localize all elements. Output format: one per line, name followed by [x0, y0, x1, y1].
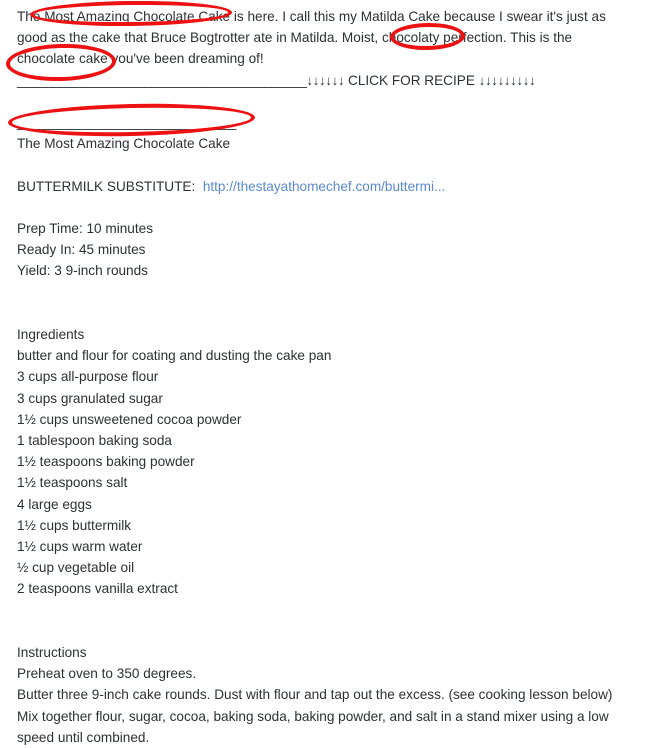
ingredients-heading: Ingredients [17, 326, 85, 342]
instruction-step: Preheat oven to 350 degrees. [17, 666, 197, 682]
recipe-document: The Most Amazing Chocolate Cake is here.… [17, 6, 635, 748]
buttermilk-substitute-label: BUTTERMILK SUBSTITUTE: [17, 178, 196, 194]
divider-line-long: ________________________________________… [17, 70, 635, 91]
instruction-step: Mix together flour, sugar, cocoa, baking… [17, 708, 609, 745]
intro-paragraph: The Most Amazing Chocolate Cake is here.… [17, 6, 630, 70]
divider-line-short: _______________________________ [17, 112, 635, 133]
list-item: 1½ cups warm water [17, 539, 143, 554]
intro-line-1: The Most Amazing Chocolate Cake is here.… [17, 9, 606, 24]
list-item: 1½ teaspoons baking powder [17, 454, 195, 470]
ready-in-time: Ready In: 45 minutes [17, 242, 146, 258]
down-arrows-left-icon: ↓↓↓↓↓↓ [306, 72, 345, 88]
list-item: 3 cups all-purpose flour [17, 369, 159, 385]
list-item: 1 tablespoon baking soda [17, 432, 172, 448]
list-item: butter and flour for coating and dusting… [17, 348, 332, 364]
click-for-recipe-text: CLICK FOR RECIPE [348, 72, 475, 88]
buttermilk-substitute-row: BUTTERMILK SUBSTITUTE: http://thestayath… [17, 176, 635, 197]
horizontal-rule-short: _______________________________ [17, 115, 236, 130]
list-item: 3 cups granulated sugar [17, 390, 163, 406]
list-item: 1½ cups buttermilk [17, 517, 132, 533]
intro-line-2: good as the cake that Bruce Bogtrotter a… [17, 30, 573, 46]
buttermilk-substitute-link[interactable]: http://thestayathomechef.com/buttermi... [203, 179, 446, 194]
list-item: 2 teaspoons vanilla extract [17, 581, 178, 597]
instructions-heading: Instructions [17, 644, 87, 660]
yield: Yield: 3 9-inch rounds [17, 263, 148, 279]
list-item: 4 large eggs [17, 496, 92, 512]
instruction-step: Butter three 9-inch cake rounds. Dust wi… [17, 687, 613, 703]
horizontal-rule-long: ________________________________________… [17, 72, 307, 88]
list-item: 1½ cups unsweetened cocoa powder [17, 411, 242, 427]
list-item: 1½ teaspoons salt [17, 475, 128, 491]
prep-time: Prep Time: 10 minutes [17, 220, 153, 236]
down-arrows-right-icon: ↓↓↓↓↓↓↓↓↓ [478, 72, 536, 88]
recipe-title: The Most Amazing Chocolate Cake [17, 136, 231, 152]
list-item: ½ cup vegetable oil [17, 560, 135, 576]
intro-line-3: chocolate cake you've been dreaming of! [17, 51, 264, 67]
